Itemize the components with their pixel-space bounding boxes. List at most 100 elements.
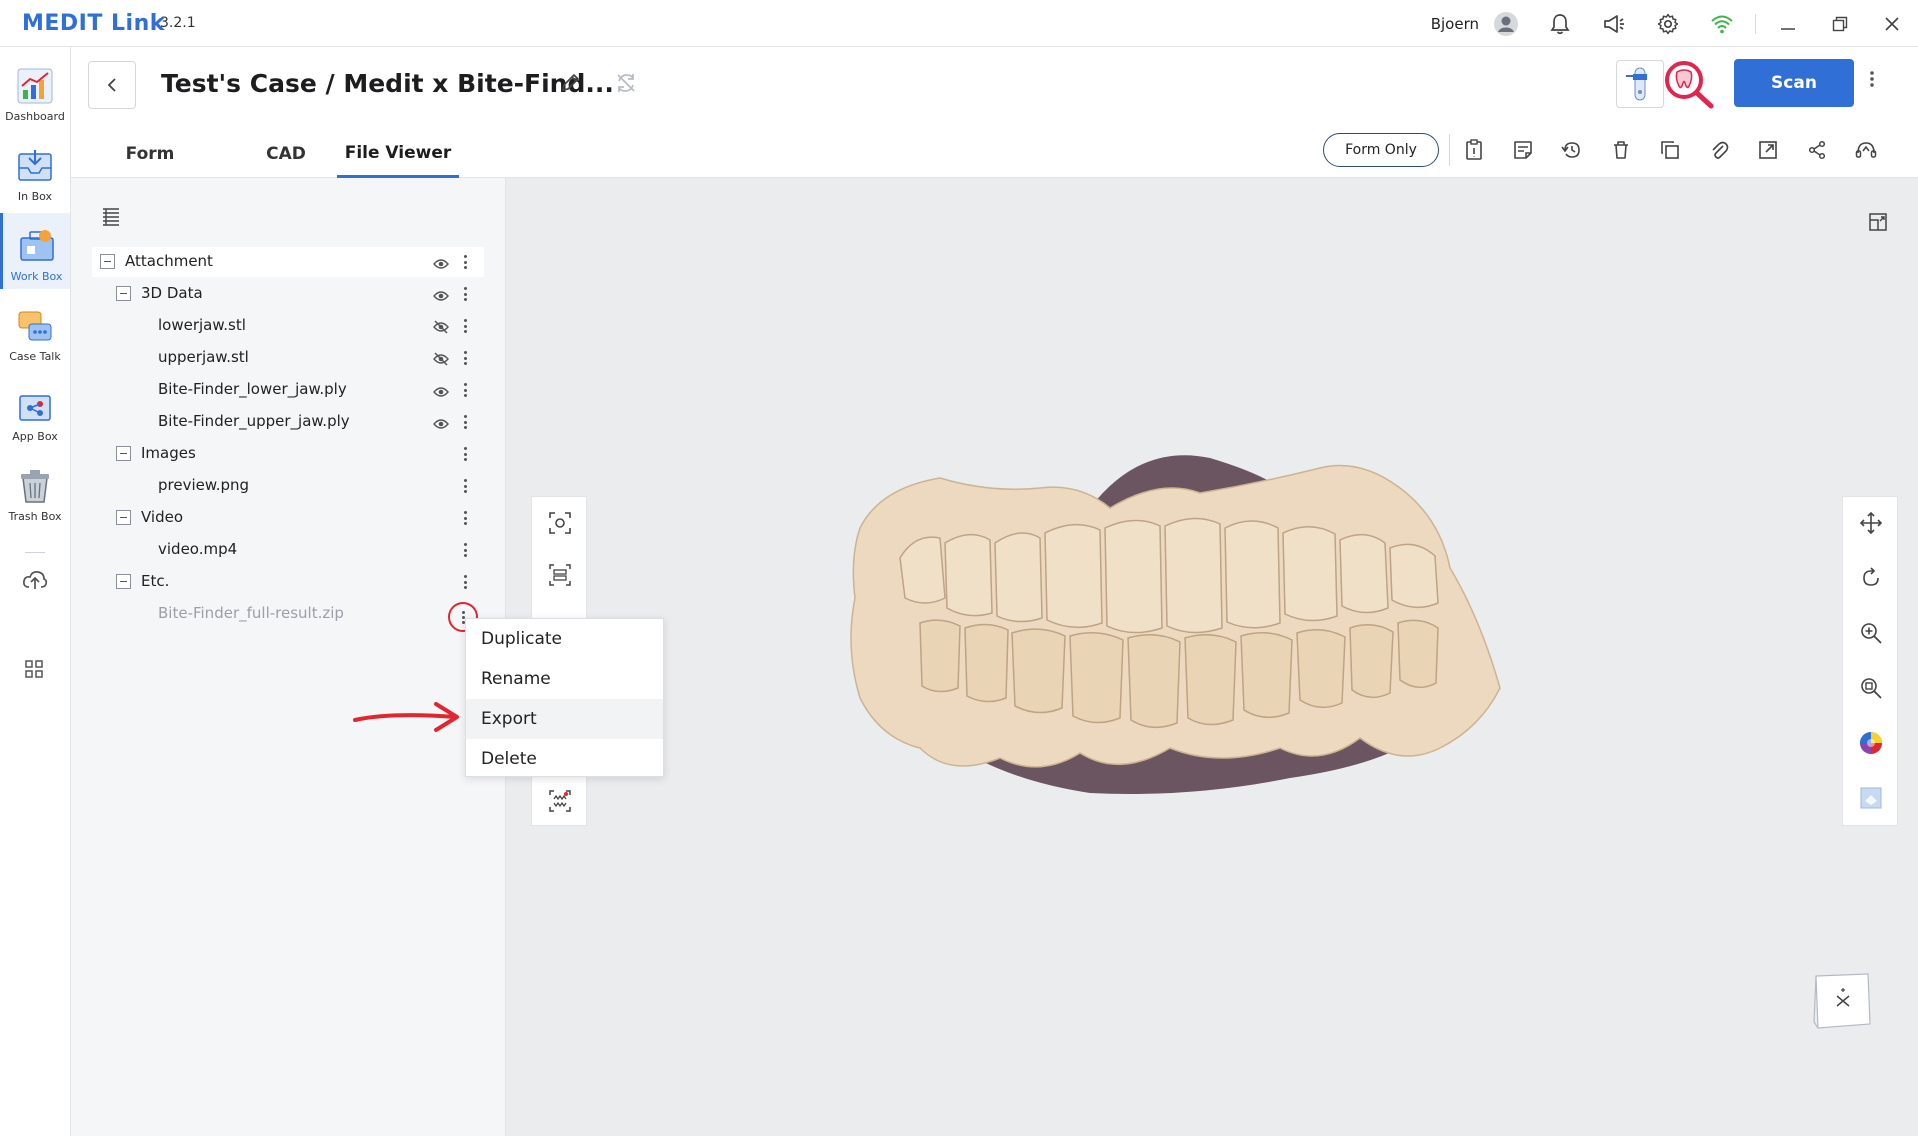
layout-toggle-icon[interactable] xyxy=(1868,212,1888,236)
tree-row-file[interactable]: lowerjaw.stl xyxy=(92,311,484,341)
tree-label: lowerjaw.stl xyxy=(158,316,246,334)
pan-icon[interactable] xyxy=(1843,497,1899,549)
more-vertical-icon[interactable] xyxy=(461,510,469,526)
list-view-icon[interactable] xyxy=(101,206,121,230)
more-vertical-icon[interactable] xyxy=(461,382,469,398)
megaphone-icon[interactable] xyxy=(1601,11,1627,37)
jaw-view-icon[interactable] xyxy=(532,549,588,601)
nav-item-casetalk[interactable]: Case Talk xyxy=(0,293,70,369)
fit-view-icon[interactable] xyxy=(532,497,588,549)
app-version: 3.2.1 xyxy=(160,15,196,31)
pencil-icon[interactable] xyxy=(559,72,581,98)
bell-icon[interactable] xyxy=(1547,11,1573,37)
support-icon[interactable] xyxy=(1841,134,1890,166)
dental-3d-model[interactable] xyxy=(840,448,1560,798)
menu-item-export[interactable]: Export xyxy=(466,699,663,739)
trash-icon[interactable] xyxy=(1596,134,1645,166)
copy-icon[interactable] xyxy=(1645,134,1694,166)
tree-row-file[interactable]: upperjaw.stl xyxy=(92,343,484,373)
form-only-button[interactable]: Form Only xyxy=(1323,133,1439,167)
tooth-search-app-icon[interactable] xyxy=(1661,58,1717,110)
file-tree-panel: Attachment 3D Data lowerjaw.stl upperjaw… xyxy=(71,178,506,1136)
apps-grid-icon[interactable] xyxy=(25,660,43,682)
nav-label: App Box xyxy=(12,430,58,443)
occlusion-view-icon[interactable] xyxy=(532,775,588,827)
more-vertical-icon[interactable] xyxy=(461,542,469,558)
inbox-icon xyxy=(18,150,52,181)
nav-label: Trash Box xyxy=(8,510,62,523)
nav-item-workbox[interactable]: Work Box xyxy=(0,213,70,289)
eye-off-icon[interactable] xyxy=(433,319,449,338)
eye-icon[interactable] xyxy=(433,255,449,274)
color-map-icon[interactable] xyxy=(1843,717,1899,769)
minimize-icon[interactable] xyxy=(1762,0,1814,47)
history-icon[interactable] xyxy=(1547,134,1596,166)
menu-item-duplicate[interactable]: Duplicate xyxy=(466,619,663,659)
dashboard-icon xyxy=(17,68,53,104)
zoom-fit-icon[interactable] xyxy=(1843,662,1899,714)
annotation-arrow-icon xyxy=(353,702,459,732)
tab-form[interactable]: Form xyxy=(111,130,189,178)
tree-row-attachment[interactable]: Attachment xyxy=(92,247,484,277)
share-icon[interactable] xyxy=(1792,134,1841,166)
tree-row-file[interactable]: video.mp4 xyxy=(92,535,484,565)
more-vertical-icon[interactable] xyxy=(461,446,469,462)
wifi-icon xyxy=(1709,11,1735,37)
gear-icon[interactable] xyxy=(1655,11,1681,37)
eye-off-icon[interactable] xyxy=(433,351,449,370)
restore-icon[interactable] xyxy=(1814,0,1866,47)
more-vertical-icon[interactable] xyxy=(1869,69,1875,93)
tree-row-file[interactable]: Bite-Finder_lower_jaw.ply xyxy=(92,375,484,405)
collapse-icon[interactable] xyxy=(116,510,131,525)
attachment-icon[interactable] xyxy=(1694,134,1743,166)
sync-disabled-icon xyxy=(615,72,637,98)
more-vertical-icon[interactable] xyxy=(461,414,469,430)
cloud-upload-icon[interactable] xyxy=(22,569,48,595)
tab-cad[interactable]: CAD xyxy=(246,130,326,178)
collapse-icon[interactable] xyxy=(116,446,131,461)
zoom-in-icon[interactable] xyxy=(1843,607,1899,659)
more-vertical-icon[interactable] xyxy=(461,350,469,366)
texture-toggle-icon[interactable] xyxy=(1843,772,1899,824)
tab-file-viewer[interactable]: File Viewer xyxy=(337,130,459,178)
menu-item-rename[interactable]: Rename xyxy=(466,659,663,699)
tree-row-video[interactable]: Video xyxy=(92,503,484,533)
nav-item-appbox[interactable]: App Box xyxy=(0,373,70,449)
menu-item-delete[interactable]: Delete xyxy=(466,739,663,779)
close-icon[interactable] xyxy=(1866,0,1918,47)
casetalk-icon xyxy=(18,311,52,341)
scan-button[interactable]: Scan xyxy=(1734,59,1854,107)
collapse-icon[interactable] xyxy=(116,574,131,589)
tree-row-3d-data[interactable]: 3D Data xyxy=(92,279,484,309)
nav-item-trashbox[interactable]: Trash Box xyxy=(0,453,70,529)
user-avatar-icon[interactable] xyxy=(1493,11,1519,37)
back-button[interactable] xyxy=(88,61,136,109)
nav-item-dashboard[interactable]: Dashboard xyxy=(0,53,70,129)
case-header: Test's Case / Medit x Bite-Find... Scan … xyxy=(71,47,1918,178)
collapse-icon[interactable] xyxy=(116,286,131,301)
note-icon[interactable] xyxy=(1498,134,1547,166)
more-vertical-icon[interactable] xyxy=(461,286,469,302)
eye-icon[interactable] xyxy=(433,383,449,402)
nav-label: In Box xyxy=(17,190,53,203)
more-vertical-icon[interactable] xyxy=(461,254,469,270)
eye-icon[interactable] xyxy=(433,287,449,306)
tree-row-file[interactable]: preview.png xyxy=(92,471,484,501)
eye-icon[interactable] xyxy=(433,415,449,434)
tree-row-file[interactable]: Bite-Finder_full-result.zip xyxy=(92,599,484,629)
rotate-icon[interactable] xyxy=(1843,552,1899,604)
more-vertical-icon[interactable] xyxy=(461,574,469,590)
tree-row-images[interactable]: Images xyxy=(92,439,484,469)
collapse-icon[interactable] xyxy=(100,254,115,269)
tree-row-etc[interactable]: Etc. xyxy=(92,567,484,597)
open-external-icon[interactable] xyxy=(1743,134,1792,166)
more-vertical-icon[interactable] xyxy=(461,318,469,334)
user-name[interactable]: Bjoern xyxy=(1431,15,1479,33)
tree-row-file[interactable]: Bite-Finder_upper_jaw.ply xyxy=(92,407,484,437)
clipboard-icon[interactable] xyxy=(1449,134,1498,166)
nav-item-inbox[interactable]: In Box xyxy=(0,133,70,209)
orientation-cube-icon[interactable] xyxy=(1812,970,1874,1032)
tree-label: video.mp4 xyxy=(158,540,238,558)
scanner-app-icon[interactable] xyxy=(1616,60,1664,108)
more-vertical-icon[interactable] xyxy=(461,478,469,494)
